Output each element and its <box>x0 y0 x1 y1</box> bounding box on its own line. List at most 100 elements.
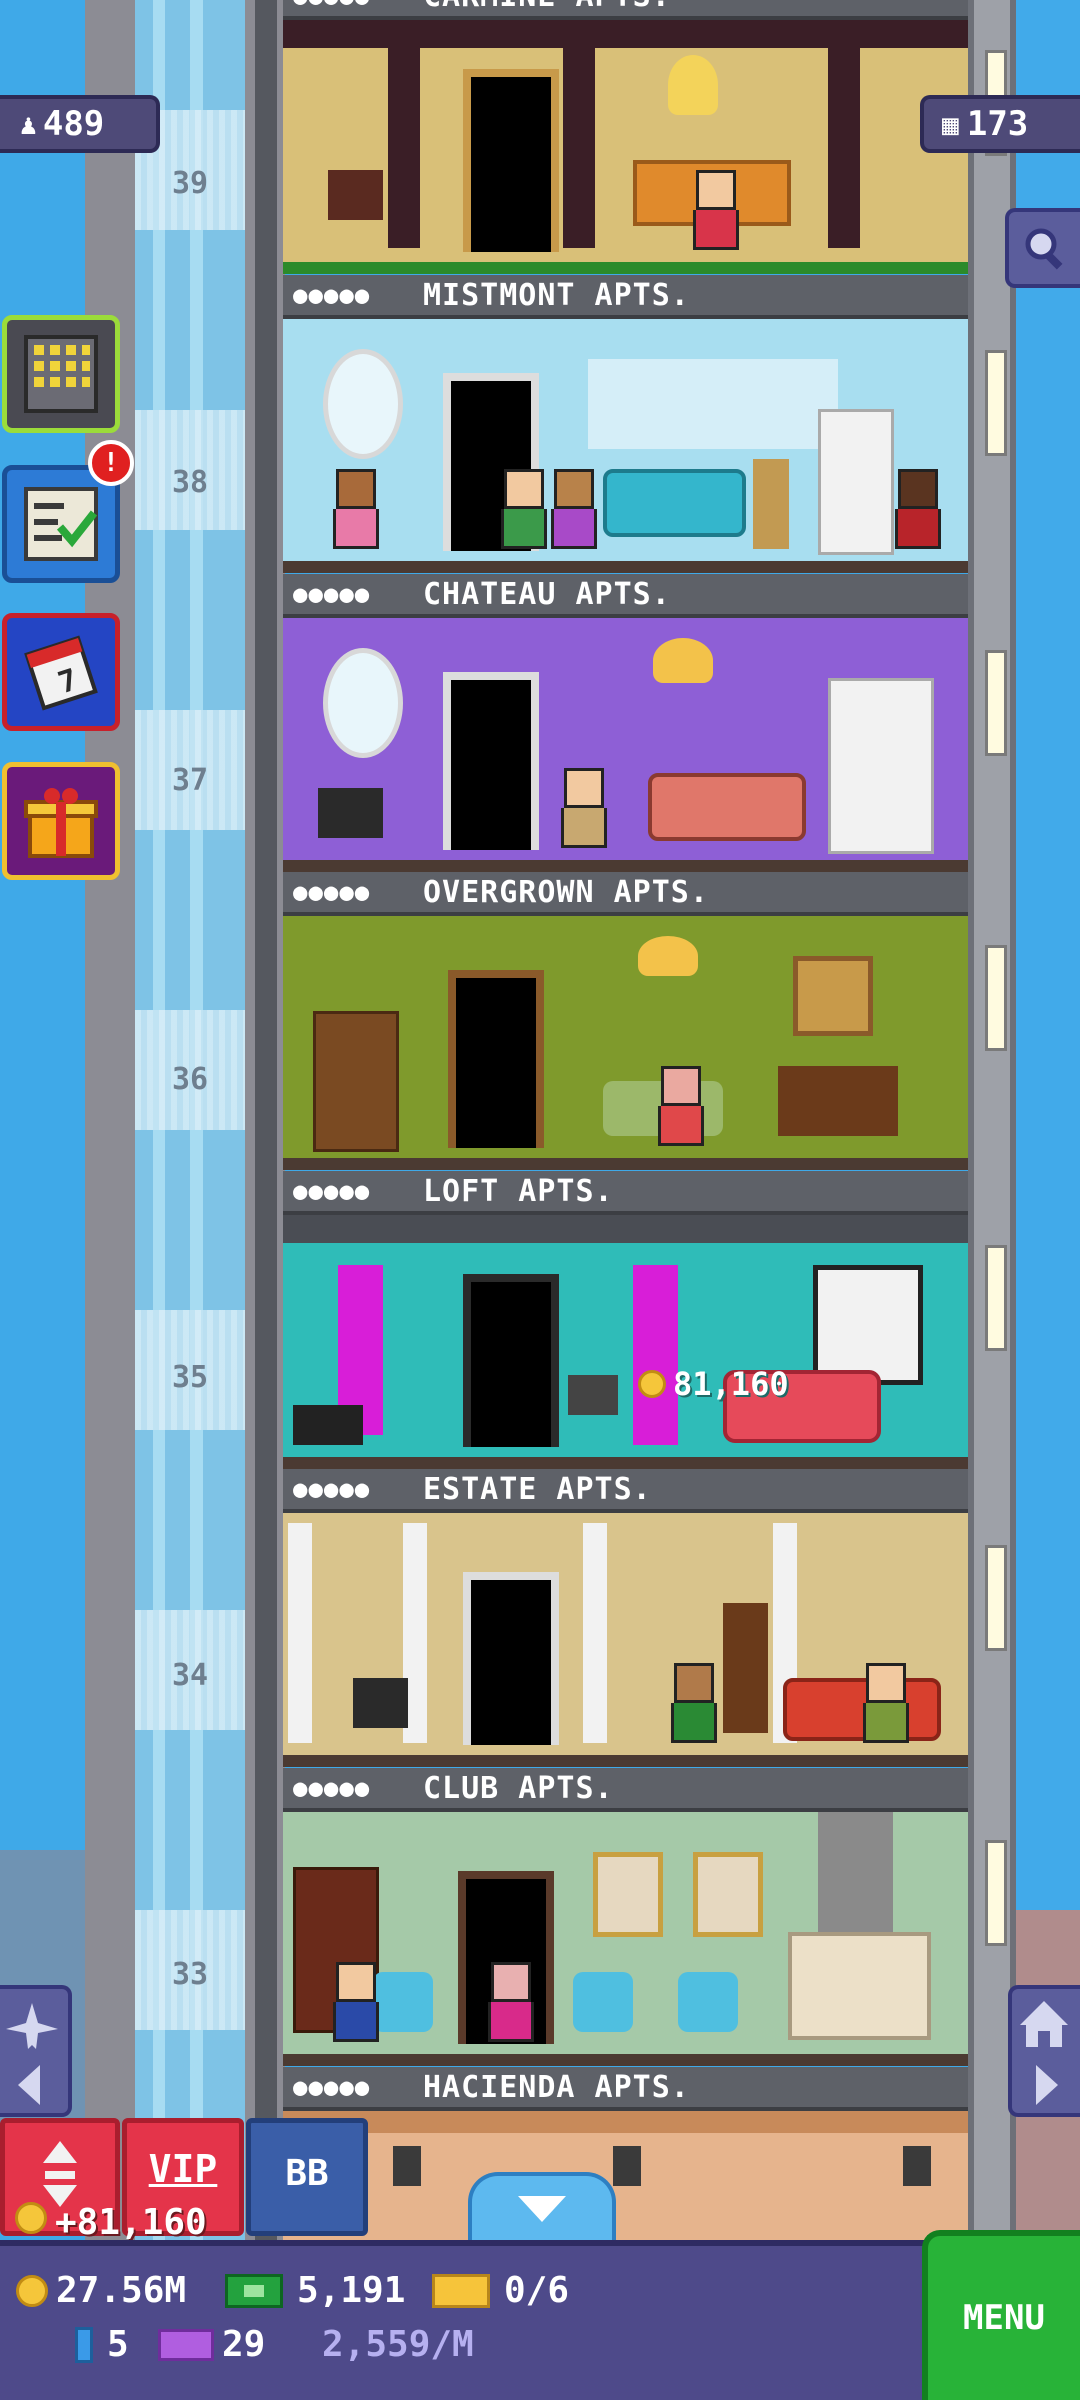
floor-number: 35 <box>171 1360 209 1395</box>
column <box>288 1523 312 1743</box>
resident[interactable] <box>693 170 739 250</box>
menu-button[interactable]: MENU <box>922 2230 1080 2400</box>
floor-header: ●●●●● LOFT APTS. <box>283 1171 968 1215</box>
resident[interactable] <box>895 469 941 549</box>
floor-counter[interactable]: ▦ 173 <box>920 95 1080 153</box>
pillar-light <box>985 1245 1007 1351</box>
floor-carmine[interactable]: ●●●●● CARMINE APTS. <box>283 0 968 274</box>
population-value: 489 <box>42 104 105 144</box>
floor-chateau[interactable]: ●●●●● CHATEAU APTS. <box>283 574 968 872</box>
coins-stat[interactable]: 27.56M <box>16 2270 186 2311</box>
bitizen-nav-button[interactable] <box>0 1985 72 2117</box>
pillar-light <box>985 350 1007 456</box>
bux-stat[interactable]: 5,191 <box>225 2270 405 2311</box>
ceiling <box>283 20 968 48</box>
floor-header: ●●●●● HACIENDA APTS. <box>283 2067 968 2111</box>
keys-stat[interactable]: 5 <box>75 2324 129 2365</box>
keys-value: 5 <box>107 2324 129 2365</box>
floor-base <box>283 1457 968 1469</box>
tickets-stat[interactable]: 0/6 <box>432 2270 569 2311</box>
floor-header: ●●●●● CARMINE APTS. <box>283 0 968 20</box>
floor-stars: ●●●●● <box>293 1774 371 1802</box>
floor-loft[interactable]: ●●●●● LOFT APTS. 81,160 <box>283 1171 968 1469</box>
stats-bar <box>0 2240 1080 2400</box>
events-calendar-button[interactable]: 7 <box>2 613 120 731</box>
notification-badge: ! <box>88 440 134 486</box>
bookshelf <box>723 1603 768 1733</box>
sofa <box>783 1678 941 1741</box>
coins-value: 27.56M <box>56 2270 187 2311</box>
gift-button[interactable] <box>2 762 120 880</box>
floor-stars: ●●●●● <box>293 1475 371 1503</box>
coin-icon <box>16 2274 48 2307</box>
room-loft: 81,160 <box>283 1215 968 1459</box>
room-estate <box>283 1513 968 1757</box>
pillar-light <box>985 650 1007 756</box>
home-right-icon <box>1020 2001 1068 2105</box>
floor-number: 39 <box>171 166 209 201</box>
legos-stat[interactable]: 29 <box>158 2324 265 2365</box>
resident[interactable] <box>658 1066 704 1146</box>
floor-base <box>283 860 968 872</box>
floor-count-value: 173 <box>966 104 1029 144</box>
apartment-door <box>448 970 544 1148</box>
column <box>388 48 420 248</box>
telephone-table <box>353 1678 408 1728</box>
bookshelf <box>313 1011 399 1152</box>
window <box>813 1265 923 1385</box>
floor-stars: ●●●●● <box>293 580 371 608</box>
sofa <box>603 469 746 537</box>
floor-overgrown[interactable]: ●●●●● OVERGROWN APTS. <box>283 872 968 1170</box>
resident[interactable] <box>561 768 607 848</box>
tower-overview-button[interactable] <box>2 315 120 433</box>
room-overgrown <box>283 916 968 1160</box>
resident[interactable] <box>501 469 547 549</box>
lobby-nav-button[interactable] <box>1008 1985 1080 2117</box>
search-button[interactable] <box>1005 208 1080 288</box>
floor-name: LOFT APTS. <box>423 1173 614 1209</box>
pillar-light <box>985 945 1007 1051</box>
tickets-value: 0/6 <box>504 2270 570 2311</box>
pillar-light <box>985 1545 1007 1651</box>
armchair <box>573 1972 633 2032</box>
floor-mistmont[interactable]: ●●●●● MISTMONT APTS. <box>283 275 968 573</box>
fireplace <box>778 1066 898 1136</box>
resident[interactable] <box>551 469 597 549</box>
floor-header: ●●●●● CLUB APTS. <box>283 1768 968 1812</box>
floor-number: 34 <box>171 1658 209 1693</box>
floor-name: ESTATE APTS. <box>423 1471 652 1507</box>
magnifier-icon <box>1025 228 1062 270</box>
floor-club[interactable]: ●●●●● CLUB APTS. <box>283 1768 968 2066</box>
apartment-door <box>463 1572 559 1745</box>
floor-estate[interactable]: ●●●●● ESTATE APTS. <box>283 1469 968 1767</box>
chandelier <box>653 638 713 683</box>
resident[interactable] <box>333 469 379 549</box>
cabinet <box>828 678 934 854</box>
earnings-popup: +81,160 <box>15 2202 207 2243</box>
building-icon: ▦ <box>942 107 959 141</box>
lantern <box>393 2146 421 2186</box>
room-chateau <box>283 618 968 862</box>
earnings-value: +81,160 <box>55 2202 207 2243</box>
floor-stars: ●●●●● <box>293 878 371 906</box>
chevron-down-icon <box>518 2196 566 2222</box>
floor-number: 33 <box>171 1957 209 1992</box>
floor-header: ●●●●● CHATEAU APTS. <box>283 574 968 618</box>
floor-number: 37 <box>171 763 209 798</box>
gift-icon <box>24 788 98 858</box>
coin-icon <box>638 1370 666 1398</box>
bitbook-button[interactable]: BB <box>246 2118 368 2236</box>
apartment-door <box>463 1274 559 1447</box>
sofa <box>648 773 806 841</box>
population-counter[interactable]: ♟ 489 <box>0 95 160 153</box>
resident[interactable] <box>333 1962 379 2042</box>
coin-icon <box>15 2202 47 2234</box>
ceiling-beams <box>283 1215 968 1243</box>
floor-name: OVERGROWN APTS. <box>423 874 709 910</box>
chandelier <box>668 55 718 115</box>
scroll-down-button[interactable] <box>468 2172 616 2240</box>
apartment-door <box>463 69 559 252</box>
resident[interactable] <box>488 1962 534 2042</box>
resident[interactable] <box>671 1663 717 1743</box>
resident[interactable] <box>863 1663 909 1743</box>
